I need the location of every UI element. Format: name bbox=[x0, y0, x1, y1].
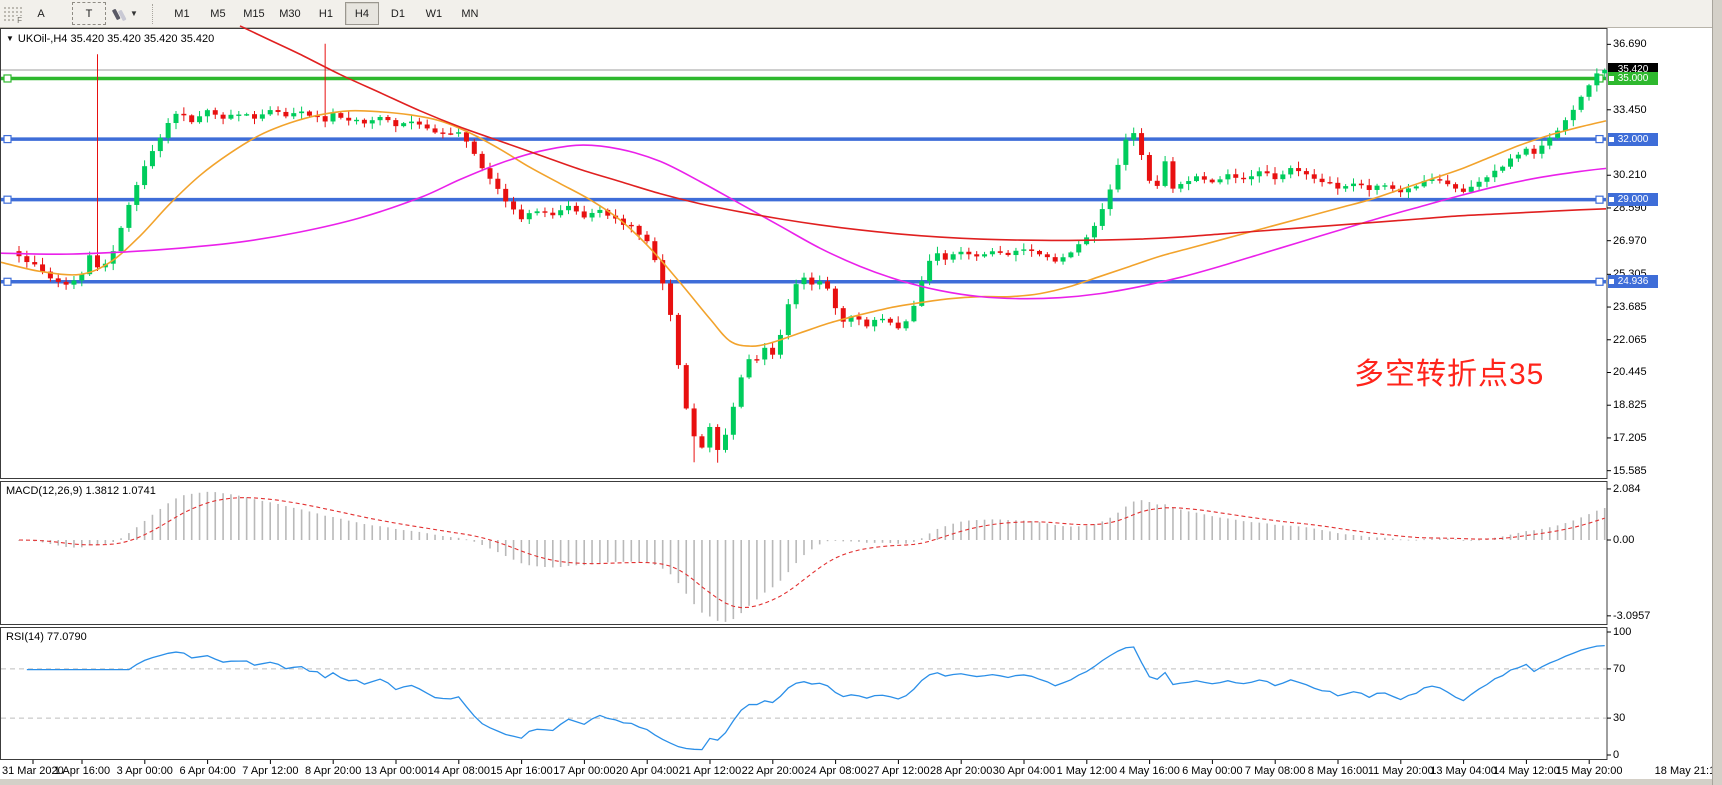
price-tick: 36.690 bbox=[1613, 38, 1647, 50]
time-label: 3 Apr 00:00 bbox=[117, 765, 173, 777]
window-scrollbar-strip[interactable] bbox=[1712, 0, 1722, 785]
macd-label: MACD(12,26,9) 1.3812 1.0741 bbox=[6, 485, 156, 497]
time-label: 7 May 08:00 bbox=[1245, 765, 1306, 777]
rsi-tick: 30 bbox=[1613, 712, 1625, 724]
price-box-29.000: 29.000 bbox=[1608, 193, 1658, 206]
time-label: 28 Apr 20:00 bbox=[930, 765, 992, 777]
price-tick: 22.065 bbox=[1613, 334, 1647, 346]
price-tick: 30.210 bbox=[1613, 169, 1647, 181]
hline-box-marker bbox=[1609, 76, 1614, 81]
price-box-35.000: 35.000 bbox=[1608, 72, 1658, 85]
hline-marker[interactable] bbox=[1596, 136, 1603, 143]
time-label: 14 Apr 08:00 bbox=[428, 765, 490, 777]
hline-box-marker bbox=[1609, 137, 1614, 142]
window-bottom-strip bbox=[0, 779, 1722, 785]
hline-marker[interactable] bbox=[4, 196, 11, 203]
hline-marker[interactable] bbox=[4, 278, 11, 285]
price-tick: 33.450 bbox=[1613, 104, 1647, 116]
time-label: 20 Apr 04:00 bbox=[616, 765, 678, 777]
rsi-tick: 70 bbox=[1613, 663, 1625, 675]
time-label: 15 Apr 16:00 bbox=[490, 765, 552, 777]
hline-marker[interactable] bbox=[4, 136, 11, 143]
price-box-32.000: 32.000 bbox=[1608, 133, 1658, 146]
macd-histogram bbox=[18, 492, 1605, 622]
price-tick: 23.685 bbox=[1613, 301, 1647, 313]
rsi-tick: 100 bbox=[1613, 626, 1631, 638]
hline-marker[interactable] bbox=[4, 75, 11, 82]
time-label: 14 May 12:00 bbox=[1493, 765, 1560, 777]
time-label: 7 Apr 12:00 bbox=[242, 765, 298, 777]
hline-marker[interactable] bbox=[1596, 278, 1603, 285]
time-label: 11 May 20:00 bbox=[1368, 765, 1434, 777]
symbol-dropdown-icon[interactable]: ▼ bbox=[6, 34, 14, 43]
rsi-tick: 0 bbox=[1613, 749, 1619, 761]
time-label: 24 Apr 08:00 bbox=[804, 765, 866, 777]
price-tick: 17.205 bbox=[1613, 432, 1647, 444]
macd-tick: 2.084 bbox=[1613, 483, 1641, 495]
hline-box-marker bbox=[1609, 279, 1614, 284]
macd-tick: -3.0957 bbox=[1613, 610, 1650, 622]
time-label: 6 Apr 04:00 bbox=[179, 765, 235, 777]
time-label: 30 Apr 04:00 bbox=[993, 765, 1055, 777]
time-label: 1 Apr 16:00 bbox=[54, 765, 110, 777]
time-label: 17 Apr 00:00 bbox=[553, 765, 615, 777]
time-label: 22 Apr 20:00 bbox=[742, 765, 804, 777]
price-tick: 15.585 bbox=[1613, 465, 1647, 477]
time-label: 6 May 00:00 bbox=[1182, 765, 1243, 777]
candles bbox=[17, 44, 1608, 463]
chart-text-annotation[interactable]: 多空转折点35 bbox=[1354, 349, 1544, 393]
ma-fast-orange bbox=[1, 111, 1606, 347]
price-box-24.936: 24.936 bbox=[1608, 275, 1658, 288]
time-label: 8 May 16:00 bbox=[1308, 765, 1369, 777]
time-label: 8 Apr 20:00 bbox=[305, 765, 361, 777]
time-label: 21 Apr 12:00 bbox=[679, 765, 741, 777]
hline-marker[interactable] bbox=[1596, 196, 1603, 203]
price-tick: 18.825 bbox=[1613, 399, 1647, 411]
macd-tick: 0.00 bbox=[1613, 534, 1634, 546]
time-label: 27 Apr 12:00 bbox=[867, 765, 929, 777]
rsi-label: RSI(14) 77.0790 bbox=[6, 631, 87, 643]
rsi-line bbox=[27, 646, 1605, 750]
symbol-ohlc-text: UKOil-,H4 35.420 35.420 35.420 35.420 bbox=[18, 33, 214, 45]
mt4-terminal: F A T ▼ M1 M5 M15 M30 H1 H4 D1 W1 MN ▼UK… bbox=[0, 0, 1722, 785]
price-tick: 20.445 bbox=[1613, 366, 1647, 378]
symbol-header[interactable]: ▼ UKOil-,H4 35.420 35.420 35.420 35.420 bbox=[6, 33, 214, 45]
price-tick: 26.970 bbox=[1613, 235, 1647, 247]
macd-signal-line bbox=[19, 498, 1605, 608]
time-label: 15 May 20:00 bbox=[1556, 765, 1623, 777]
time-label: 4 May 16:00 bbox=[1119, 765, 1180, 777]
time-label: 1 May 12:00 bbox=[1057, 765, 1118, 777]
time-label: 13 Apr 00:00 bbox=[365, 765, 427, 777]
hline-box-marker bbox=[1609, 197, 1614, 202]
time-label: 13 May 04:00 bbox=[1430, 765, 1497, 777]
